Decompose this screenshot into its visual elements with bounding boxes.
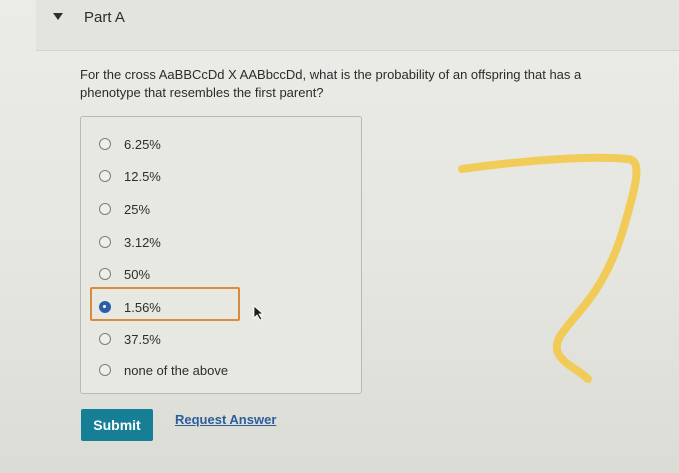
- option-6-25[interactable]: 6.25%: [99, 133, 161, 155]
- option-label: 12.5%: [124, 168, 161, 184]
- mouse-cursor-icon: [253, 305, 265, 321]
- radio-button[interactable]: [99, 333, 111, 345]
- radio-button[interactable]: [99, 364, 111, 376]
- radio-button[interactable]: [99, 170, 111, 182]
- radio-button[interactable]: [99, 138, 111, 150]
- option-3-12[interactable]: 3.12%: [99, 231, 161, 253]
- option-label: 1.56%: [124, 299, 161, 315]
- option-label: none of the above: [124, 362, 229, 378]
- question-mark-annotation: [458, 153, 641, 383]
- option-label: 37.5%: [124, 331, 161, 347]
- radio-button[interactable]: [99, 236, 111, 248]
- option-25[interactable]: 25%: [99, 198, 150, 220]
- part-header[interactable]: Part A: [36, 0, 679, 51]
- option-50[interactable]: 50%: [99, 263, 150, 285]
- request-answer-link[interactable]: Request Answer: [175, 412, 276, 427]
- option-label: 50%: [124, 266, 151, 282]
- radio-button-selected[interactable]: [99, 301, 111, 313]
- submit-button[interactable]: Submit: [81, 409, 153, 441]
- option-12-5[interactable]: 12.5%: [99, 165, 161, 187]
- option-label: 25%: [124, 201, 151, 217]
- part-title: Part A: [84, 9, 125, 26]
- option-37-5[interactable]: 37.5%: [99, 328, 161, 350]
- question-text: For the cross AaBBCcDd X AABbccDd, what …: [80, 67, 582, 100]
- radio-button[interactable]: [99, 268, 111, 280]
- option-none-of-the-above[interactable]: none of the above: [99, 359, 228, 381]
- option-1-56[interactable]: 1.56%: [99, 296, 161, 318]
- answer-options: 6.25% 12.5% 25% 3.12% 50% 1.56% 37.5% no…: [80, 116, 362, 394]
- option-label: 6.25%: [124, 136, 161, 152]
- option-label: 3.12%: [124, 234, 161, 250]
- radio-button[interactable]: [99, 203, 111, 215]
- collapse-triangle-icon[interactable]: [53, 13, 63, 20]
